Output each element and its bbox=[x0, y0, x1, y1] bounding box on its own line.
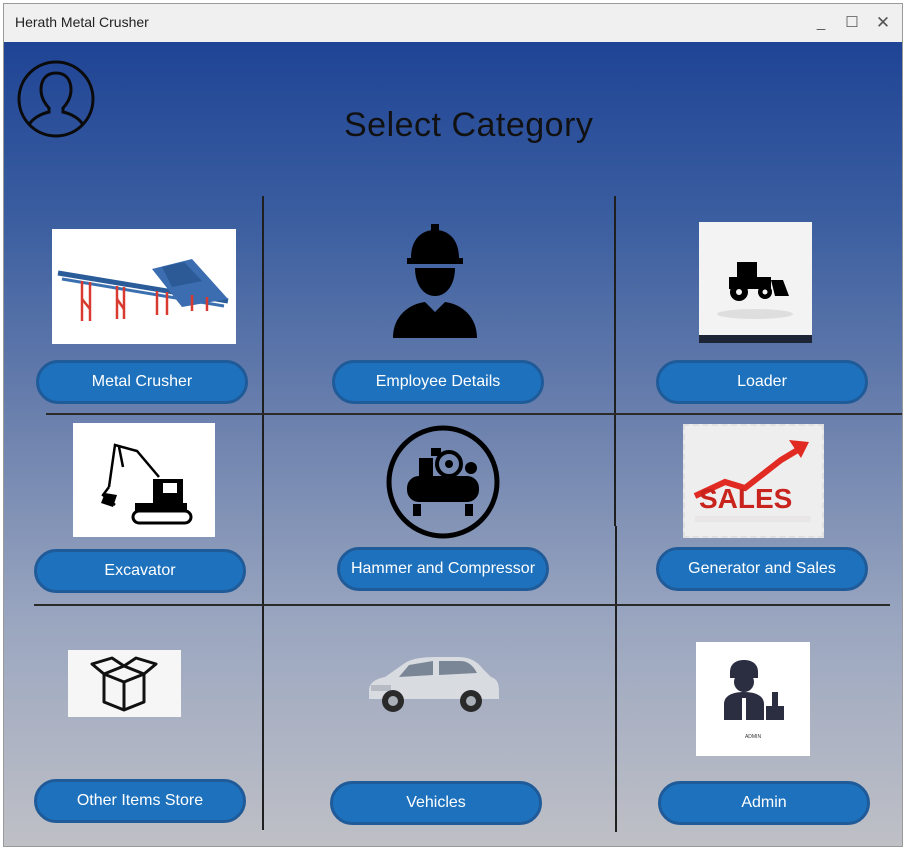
loader-tractor-icon bbox=[699, 222, 812, 343]
user-profile-icon[interactable] bbox=[16, 59, 96, 139]
air-compressor-icon bbox=[386, 425, 500, 539]
sales-text: SALES bbox=[699, 483, 792, 514]
admin-caption: ADMIN bbox=[745, 734, 762, 740]
grid-divider bbox=[615, 526, 617, 832]
other-items-store-button[interactable]: Other Items Store bbox=[34, 779, 246, 823]
window-title: Herath Metal Crusher bbox=[15, 14, 149, 30]
grid-divider bbox=[46, 413, 902, 415]
sales-arrow-image: SALES bbox=[683, 424, 824, 538]
grid-divider bbox=[262, 196, 264, 830]
title-bar[interactable]: Herath Metal Crusher _ ☐ ✕ bbox=[4, 4, 902, 42]
app-window: Herath Metal Crusher _ ☐ ✕ Select Catego… bbox=[3, 3, 903, 847]
employee-details-button[interactable]: Employee Details bbox=[332, 360, 544, 404]
excavator-button[interactable]: Excavator bbox=[34, 549, 246, 593]
maximize-button[interactable]: ☐ bbox=[842, 13, 862, 33]
metal-crusher-image bbox=[52, 229, 236, 344]
admin-button[interactable]: Admin bbox=[658, 781, 870, 825]
hammer-compressor-button[interactable]: Hammer and Compressor bbox=[337, 547, 549, 591]
grid-divider bbox=[614, 196, 616, 526]
loader-button[interactable]: Loader bbox=[656, 360, 868, 404]
main-panel: Select Category Metal Crusher Employee D… bbox=[4, 42, 902, 846]
car-image bbox=[369, 657, 499, 712]
admin-avatar-icon: ADMIN bbox=[696, 642, 810, 756]
worker-hardhat-icon bbox=[393, 224, 477, 338]
grid-divider bbox=[34, 604, 890, 606]
page-title: Select Category bbox=[344, 106, 594, 144]
vehicles-button[interactable]: Vehicles bbox=[330, 781, 542, 825]
generator-sales-button[interactable]: Generator and Sales bbox=[656, 547, 868, 591]
close-button[interactable]: ✕ bbox=[873, 13, 893, 33]
excavator-image bbox=[73, 423, 215, 537]
metal-crusher-button[interactable]: Metal Crusher bbox=[36, 360, 248, 404]
open-box-icon bbox=[68, 650, 181, 717]
minimize-button[interactable]: _ bbox=[811, 13, 831, 33]
